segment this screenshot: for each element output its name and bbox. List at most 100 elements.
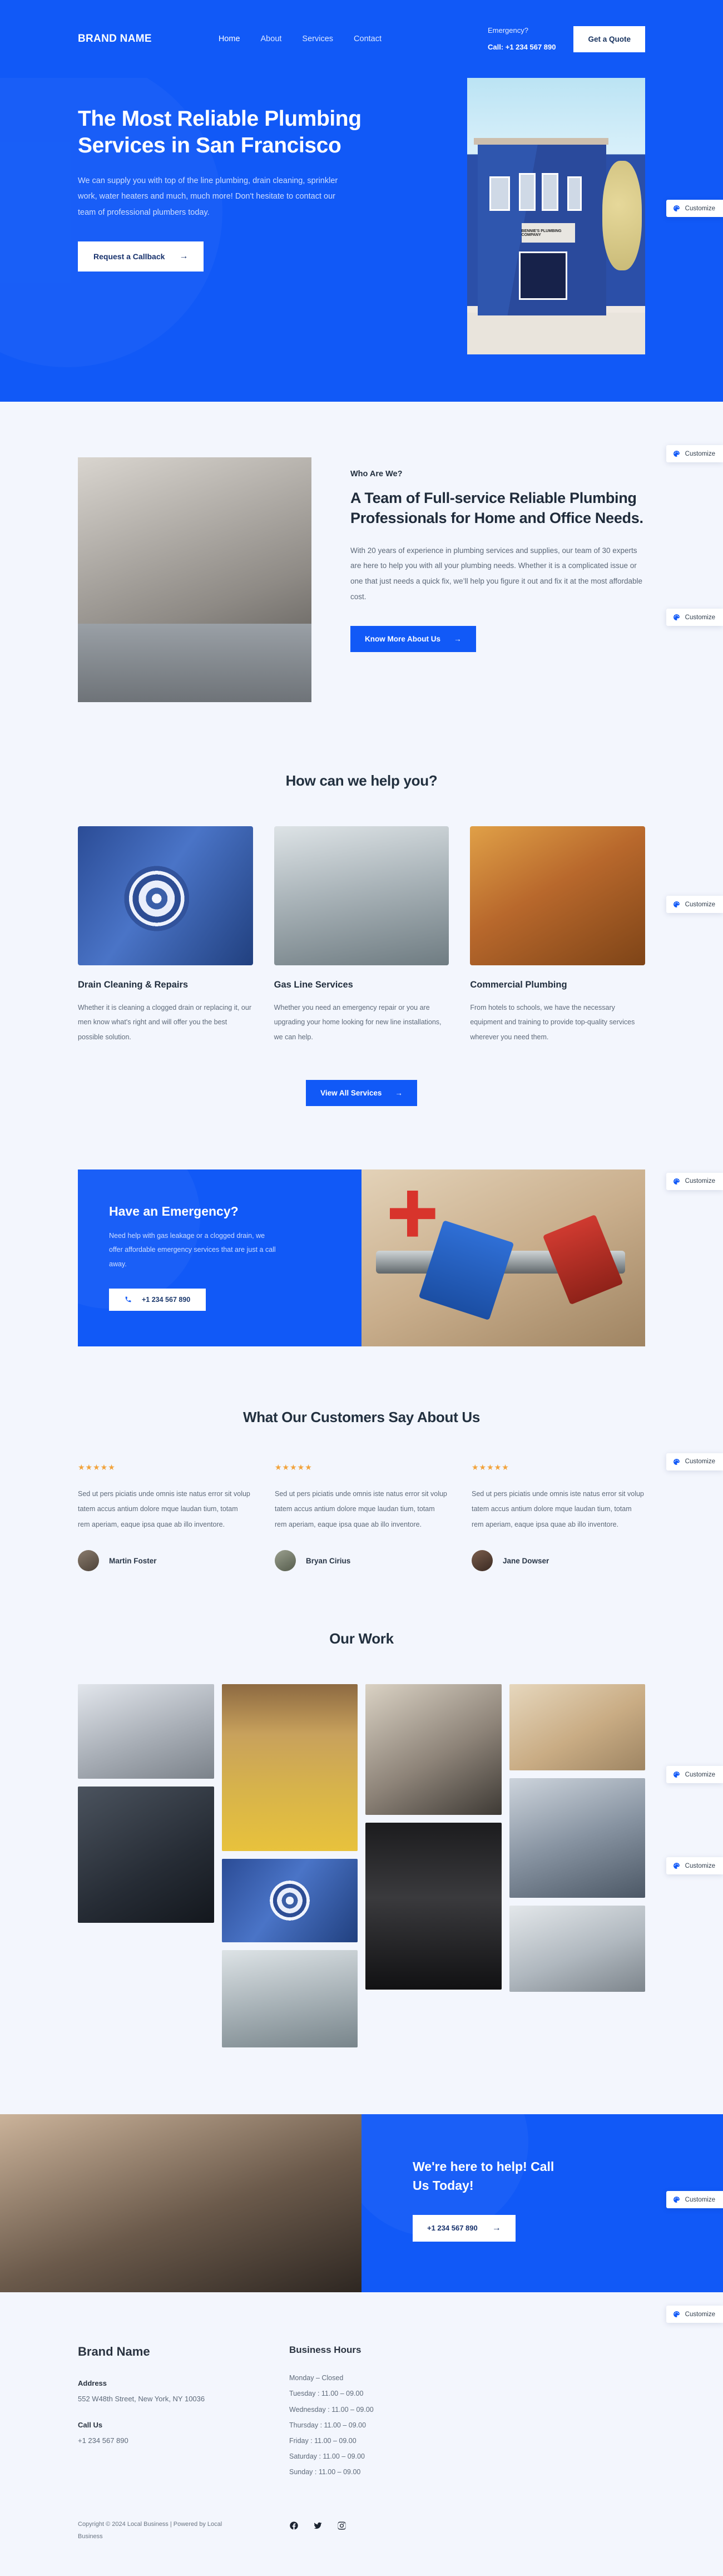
palette-icon	[673, 205, 680, 212]
customize-button[interactable]: Customize	[666, 2306, 723, 2323]
footer-bottom: Copyright © 2024 Local Business | Powere…	[78, 2519, 645, 2543]
emergency-copy: Have an Emergency? Need help with gas le…	[78, 1169, 361, 1346]
gallery-image-faucet[interactable]	[78, 1684, 214, 1779]
about-copy: Who Are We? A Team of Full-service Relia…	[350, 457, 645, 702]
service-card[interactable]: Gas Line Services Whether you need an em…	[274, 826, 449, 1044]
twitter-icon[interactable]	[313, 2521, 323, 2530]
emergency-image-red-fitting	[390, 1190, 435, 1237]
hero-image-tree	[602, 161, 642, 271]
hero-image-building: BENNIE'S PLUMBING COMPANY	[474, 138, 609, 316]
service-card[interactable]: Commercial Plumbing From hotels to schoo…	[470, 826, 645, 1044]
rating-stars: ★★★★★	[78, 1462, 116, 1472]
emergency-image-red-wrench	[542, 1214, 623, 1305]
gallery-column	[221, 1684, 358, 2048]
get-a-quote-button[interactable]: Get a Quote	[573, 26, 645, 52]
testimonial-text: Sed ut pers piciatis unde omnis iste nat…	[472, 1489, 644, 1528]
emergency-call-button[interactable]: +1 234 567 890	[109, 1288, 206, 1311]
hours-row: Monday – Closed	[289, 2374, 344, 2382]
gallery-image-gas-regulator[interactable]	[78, 1787, 214, 1923]
gallery-image-dripping-pipe[interactable]	[221, 1684, 358, 1852]
palette-icon	[673, 450, 680, 457]
gallery-image-bathroom[interactable]	[509, 1778, 645, 1898]
gallery-image-drain[interactable]	[221, 1859, 358, 1943]
emergency-title: Have an Emergency?	[109, 1203, 239, 1218]
request-callback-button[interactable]: Request a Callback →	[78, 241, 204, 272]
testimonial-author: Bryan Cirius	[275, 1550, 448, 1572]
gallery-image-manifold[interactable]	[509, 1906, 645, 1992]
hero-title: The Most Reliable Plumbing Services in S…	[78, 107, 361, 157]
hero-image-window	[489, 176, 510, 211]
cta-banner: We're here to help! Call Us Today! +1 23…	[0, 2114, 723, 2293]
header-emergency-block: Emergency? Call: +1 234 567 890	[488, 22, 556, 56]
customize-label: Customize	[685, 614, 715, 621]
hours-row: Sunday : 11.00 – 09.00	[289, 2468, 361, 2476]
hours-row: Tuesday : 11.00 – 09.00	[289, 2390, 364, 2398]
nav-item-home[interactable]: Home	[219, 34, 240, 43]
customize-button[interactable]: Customize	[666, 896, 723, 913]
gallery-column	[78, 1684, 214, 1923]
hours-row: Friday : 11.00 – 09.00	[289, 2436, 356, 2445]
service-image-gasline	[274, 826, 449, 965]
emergency-image-tools	[361, 1169, 645, 1346]
testimonial-author: Jane Dowser	[472, 1550, 645, 1572]
nav-item-contact[interactable]: Contact	[354, 34, 382, 43]
service-name: Drain Cleaning & Repairs	[78, 980, 189, 990]
hero-copy: The Most Reliable Plumbing Services in S…	[78, 78, 367, 272]
testimonial-name: Bryan Cirius	[306, 1556, 351, 1565]
customize-label: Customize	[685, 205, 715, 212]
instagram-icon[interactable]	[337, 2521, 346, 2530]
know-more-button[interactable]: Know More About Us →	[350, 625, 476, 652]
testimonial-name: Jane Dowser	[503, 1556, 549, 1565]
hero-image-window	[518, 172, 536, 211]
footer-call-value[interactable]: +1 234 567 890	[78, 2434, 245, 2447]
emergency-phone[interactable]: Call: +1 234 567 890	[488, 39, 556, 56]
palette-icon	[673, 1458, 680, 1465]
cta-image-plumbers	[0, 2114, 361, 2293]
footer-columns: Brand Name Address 552 W48th Street, New…	[78, 2345, 645, 2480]
about-title: A Team of Full-service Reliable Plumbing…	[350, 490, 643, 526]
brand-logo[interactable]: BRAND NAME	[78, 33, 152, 45]
hero-image-window	[542, 172, 559, 211]
customize-button[interactable]: Customize	[666, 1172, 723, 1190]
gallery-image-water-stream[interactable]	[365, 1823, 502, 1990]
nav-item-about[interactable]: About	[261, 34, 282, 43]
customize-button[interactable]: Customize	[666, 1857, 723, 1875]
testimonials-grid: ★★★★★ Sed ut pers piciatis unde omnis is…	[78, 1463, 645, 1572]
service-desc: From hotels to schools, we have the nece…	[470, 1004, 635, 1041]
customize-button[interactable]: Customize	[666, 609, 723, 626]
hero-image-storefront: BENNIE'S PLUMBING COMPANY	[467, 32, 645, 354]
testimonial-text: Sed ut pers piciatis unde omnis iste nat…	[275, 1489, 447, 1528]
customize-button[interactable]: Customize	[666, 1766, 723, 1784]
gallery-image-tools[interactable]	[509, 1684, 645, 1771]
testimonial-card: ★★★★★ Sed ut pers piciatis unde omnis is…	[78, 1463, 251, 1572]
customize-button[interactable]: Customize	[666, 445, 723, 462]
copyright-text: Copyright © 2024 Local Business | Powere…	[78, 2521, 222, 2540]
service-name: Commercial Plumbing	[470, 980, 567, 990]
facebook-icon[interactable]	[289, 2521, 299, 2530]
cta-call-button[interactable]: +1 234 567 890 →	[413, 2214, 516, 2242]
emergency-banner: Have an Emergency? Need help with gas le…	[78, 1169, 645, 1346]
customize-button[interactable]: Customize	[666, 1453, 723, 1470]
arrow-right-icon: →	[395, 1088, 403, 1097]
service-card[interactable]: Drain Cleaning & Repairs Whether it is c…	[78, 826, 253, 1044]
cta-title: We're here to help! Call Us Today!	[413, 2159, 554, 2193]
gallery-image-plumber-sink[interactable]	[365, 1684, 502, 1815]
main-nav: Home About Services Contact	[219, 34, 382, 43]
gallery-image-pipe-rack[interactable]	[221, 1950, 358, 2048]
testimonial-card: ★★★★★ Sed ut pers piciatis unde omnis is…	[275, 1463, 448, 1572]
hero-body: We can supply you with top of the line p…	[78, 176, 338, 217]
hero-image-ground	[467, 312, 645, 354]
nav-item-services[interactable]: Services	[302, 34, 333, 43]
view-all-services-button[interactable]: View All Services →	[306, 1079, 417, 1106]
rating-stars: ★★★★★	[472, 1462, 509, 1472]
footer-call-label: Call Us	[78, 2420, 103, 2429]
customize-button[interactable]: Customize	[666, 200, 723, 217]
hero-image-window	[567, 176, 582, 211]
customize-button[interactable]: Customize	[666, 2191, 723, 2209]
gallery-column	[509, 1684, 645, 1992]
rating-stars: ★★★★★	[275, 1462, 313, 1472]
social-links	[289, 2519, 346, 2530]
hours-row: Thursday : 11.00 – 09.00	[289, 2421, 367, 2429]
cta-phone-label: +1 234 567 890	[427, 2224, 478, 2233]
emergency-image-blue-wrench	[419, 1220, 514, 1321]
